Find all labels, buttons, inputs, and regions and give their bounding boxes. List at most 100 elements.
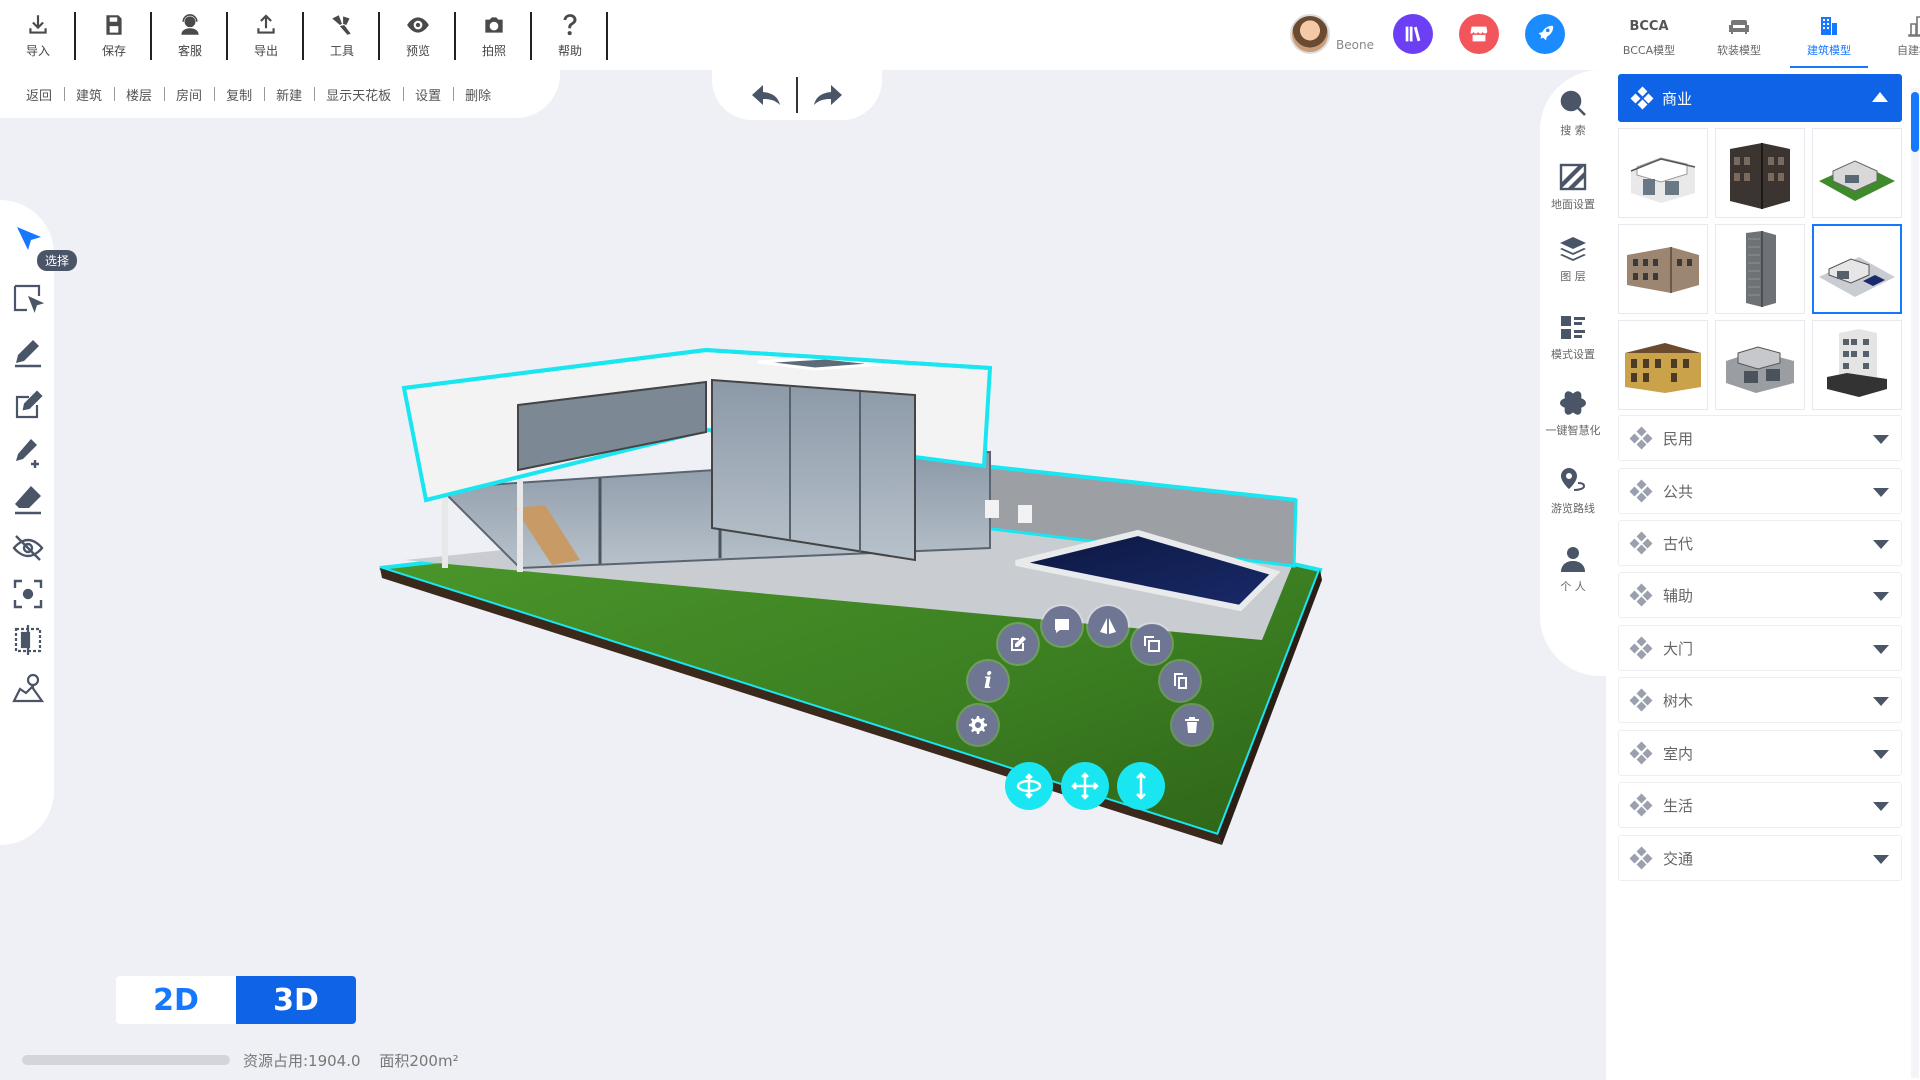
tab-building-models[interactable]: 建筑模型 (1784, 0, 1874, 70)
search-button[interactable]: 搜 索 (1540, 88, 1606, 138)
category-commercial-header[interactable]: 商业 (1618, 74, 1902, 122)
menu-copy[interactable]: 复制 (214, 85, 264, 104)
expand-caret-icon (1873, 592, 1889, 601)
category-life[interactable]: 生活 (1618, 782, 1902, 828)
import-button[interactable]: 导入 (0, 0, 76, 70)
category-trees[interactable]: 树木 (1618, 677, 1902, 723)
model-thumb-modern-villa-white[interactable] (1618, 128, 1708, 218)
avatar[interactable] (1290, 14, 1330, 54)
model-thumb-grey-tower[interactable] (1715, 224, 1805, 314)
customer-service-icon (181, 13, 199, 35)
category-civil-label: 民用 (1663, 429, 1694, 448)
floor-settings-label: 地面设置 (1551, 198, 1595, 211)
category-public[interactable]: 公共 (1618, 468, 1902, 514)
category-diamond-icon (1629, 583, 1653, 607)
save-button[interactable]: 保存 (76, 0, 152, 70)
white-office-block-image (1827, 329, 1887, 397)
comment-action[interactable] (1042, 606, 1082, 646)
3d-viewport[interactable]: i (0, 118, 1540, 1078)
mode-settings-button[interactable]: 模式设置 (1540, 312, 1606, 362)
model-thumb-dark-brick-building[interactable] (1715, 128, 1805, 218)
category-traffic[interactable]: 交通 (1618, 835, 1902, 881)
delete-icon (1185, 717, 1199, 733)
model-category-tabs: BCCA BCCA模型 软装模型 建筑模型 自建模型 (1604, 0, 1920, 70)
vertical-move-button[interactable] (1117, 762, 1165, 810)
rotate-icon (1016, 773, 1042, 799)
tour-route-button[interactable]: 游览路线 (1540, 466, 1606, 516)
category-diamond-icon (1630, 86, 1654, 110)
menu-room[interactable]: 房间 (164, 85, 214, 104)
undo-button[interactable] (736, 75, 796, 115)
model-thumb-brick-apartment[interactable] (1618, 224, 1708, 314)
preview-button[interactable]: 预览 (380, 0, 456, 70)
copy-action[interactable] (1160, 661, 1200, 701)
export-button[interactable]: 导出 (228, 0, 304, 70)
info-icon: i (983, 668, 993, 694)
menu-show-ceiling[interactable]: 显示天花板 (314, 85, 403, 104)
search-icon (1560, 90, 1586, 116)
help-label: 帮助 (557, 43, 582, 58)
layers-button[interactable]: 图 层 (1540, 234, 1606, 284)
rotate-button[interactable] (1005, 762, 1053, 810)
house-model[interactable] (0, 118, 1540, 1078)
library-button[interactable] (1393, 14, 1433, 54)
tools-button[interactable]: 工具 (304, 0, 380, 70)
tab-bcca-models[interactable]: BCCA BCCA模型 (1604, 0, 1694, 70)
edit-icon (1011, 636, 1026, 651)
menu-building[interactable]: 建筑 (64, 85, 114, 104)
eye-icon (407, 16, 429, 33)
menu-settings[interactable]: 设置 (403, 85, 453, 104)
route-icon (1561, 468, 1586, 491)
move-button[interactable] (1061, 762, 1109, 810)
menu-back[interactable]: 返回 (14, 85, 64, 104)
settings-action[interactable] (958, 705, 998, 745)
user-profile[interactable]: Beone (1290, 14, 1374, 54)
model-thumb-white-office-block[interactable] (1812, 320, 1902, 410)
category-diamond-icon (1629, 636, 1653, 660)
model-thumb-yellow-facade[interactable] (1618, 320, 1708, 410)
tab-custom-models[interactable]: 自建模型 (1874, 0, 1920, 70)
menu-new[interactable]: 新建 (264, 85, 314, 104)
redo-button[interactable] (798, 75, 858, 115)
model-thumb-villa-with-pool[interactable] (1812, 224, 1902, 314)
panel-scrollbar-track[interactable] (1911, 88, 1919, 1078)
category-diamond-icon (1629, 793, 1653, 817)
delete-action[interactable] (1172, 705, 1212, 745)
floor-settings-icon (1559, 163, 1587, 191)
menu-delete[interactable]: 删除 (453, 85, 503, 104)
rocket-button[interactable] (1525, 14, 1565, 54)
view-3d-button[interactable]: 3D (236, 976, 356, 1024)
category-indoor[interactable]: 室内 (1618, 730, 1902, 776)
mode-settings-label: 模式设置 (1551, 348, 1595, 361)
view-2d-button[interactable]: 2D (116, 976, 236, 1024)
villa-with-pool-image (1819, 257, 1895, 297)
floor-settings-button[interactable]: 地面设置 (1540, 162, 1606, 212)
grey-modern-house-image (1726, 346, 1794, 393)
mirror-flip-icon (1100, 618, 1116, 634)
category-diamond-icon (1629, 531, 1653, 555)
category-public-label: 公共 (1663, 482, 1694, 501)
personal-button[interactable]: 个 人 (1540, 544, 1606, 594)
smart-button[interactable]: 一键智慧化 (1540, 388, 1606, 438)
export-icon (257, 13, 275, 34)
category-ancient[interactable]: 古代 (1618, 520, 1902, 566)
photo-button[interactable]: 拍照 (456, 0, 532, 70)
save-icon (106, 14, 122, 35)
model-thumb-villa-with-lawn[interactable] (1812, 128, 1902, 218)
info-action[interactable]: i (968, 661, 1008, 701)
category-auxiliary[interactable]: 辅助 (1618, 572, 1902, 618)
help-button[interactable]: 帮助 (532, 0, 608, 70)
store-button[interactable] (1459, 14, 1499, 54)
category-civil[interactable]: 民用 (1618, 415, 1902, 461)
menu-floor[interactable]: 楼层 (114, 85, 164, 104)
clone-action[interactable] (1132, 624, 1172, 664)
edit-action[interactable] (998, 624, 1038, 664)
store-icon (1470, 26, 1488, 42)
panel-scrollbar-thumb[interactable] (1911, 92, 1919, 152)
mirror-action[interactable] (1088, 606, 1128, 646)
category-indoor-label: 室内 (1663, 744, 1694, 763)
model-thumb-grey-modern-house[interactable] (1715, 320, 1805, 410)
customer-service-button[interactable]: 客服 (152, 0, 228, 70)
tab-soft-furnishing-models[interactable]: 软装模型 (1694, 0, 1784, 70)
category-gate[interactable]: 大门 (1618, 625, 1902, 671)
